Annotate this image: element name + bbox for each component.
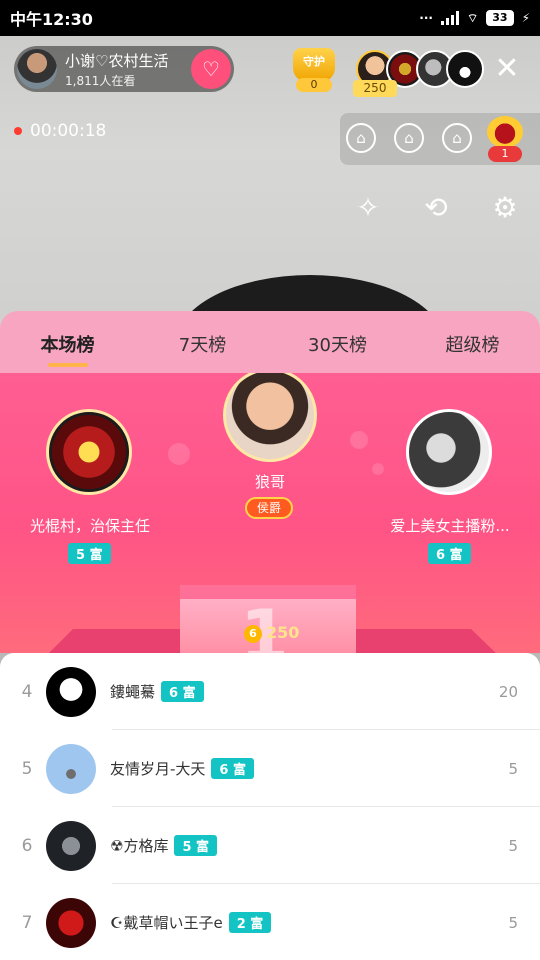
podium-3-top: [355, 629, 500, 653]
list-rich-badge: 5 富: [174, 835, 218, 856]
timer-text: 00:00:18: [30, 121, 107, 141]
guard-label: 守护: [303, 55, 325, 68]
sofa-seat-icon[interactable]: ⌂: [442, 123, 472, 153]
list-avatar[interactable]: [46, 743, 96, 794]
settings-gear-icon[interactable]: ⚙: [485, 188, 525, 228]
list-item[interactable]: 6 ☢方格库 5 富 5: [0, 807, 540, 884]
switch-camera-icon[interactable]: ⟲: [416, 188, 456, 228]
list-points: 5: [508, 836, 518, 855]
list-item[interactable]: 5 友情岁月-大天 6 富 5: [0, 730, 540, 807]
podium-2-top: [45, 629, 185, 653]
charging-icon: ⚡: [521, 11, 530, 25]
list-rank: 6: [21, 835, 33, 856]
list-avatar[interactable]: [46, 666, 96, 717]
signal-icon: [440, 11, 459, 25]
streamer-name: 小谢♡农村生活: [65, 51, 169, 70]
close-icon: ✕: [494, 51, 520, 86]
rank-1-avatar[interactable]: [223, 373, 317, 462]
list-rank: 4: [21, 681, 33, 702]
list-item[interactable]: 4 鏤蠅驀 6 富 20: [0, 653, 540, 730]
ranking-panel: 本场榜 7天榜 30天榜 超级榜 狼哥 侯爵 光棍村，治保主任 5 富 爱上美女…: [0, 311, 540, 960]
list-name: ☪戴草帽い王子e: [110, 914, 223, 932]
rank-3-avatar[interactable]: [406, 409, 492, 495]
rank-3-rich-badge: 6 富: [428, 543, 471, 564]
battery-icon: 33: [486, 10, 514, 26]
list-avatar[interactable]: [46, 820, 96, 871]
ranking-list: 4 鏤蠅驀 6 富 20 5 友情岁月-大天 6 富 5 6 ☢方格库 5 富 …: [0, 653, 540, 960]
follow-button[interactable]: ♡: [191, 49, 231, 89]
rank-1-name: 狼哥: [254, 473, 285, 491]
king-seat-badge: 1: [488, 146, 522, 162]
close-button[interactable]: ✕: [490, 52, 524, 86]
list-item[interactable]: 7 ☪戴草帽い王子e 2 富 5: [0, 884, 540, 960]
list-name: ☢方格库: [110, 837, 169, 855]
top-viewer-points: 250: [353, 80, 397, 97]
podium-area: 狼哥 侯爵 光棍村，治保主任 5 富 爱上美女主播粉... 6 富 1 2 3 …: [0, 373, 540, 653]
list-points: 5: [508, 759, 518, 778]
list-name: 友情岁月-大天: [110, 760, 206, 778]
rank-1-points: 6 250: [244, 623, 299, 643]
tab-30-days[interactable]: 30天榜: [270, 327, 405, 357]
rank-3-name: 爱上美女主播粉...: [390, 517, 510, 535]
coin-icon: 6: [244, 624, 262, 643]
status-bar: 中午12:30 ··· ⌔ 33 ⚡: [0, 0, 540, 36]
streamer-info[interactable]: 小谢♡农村生活 1,811人在看 ♡: [14, 46, 234, 92]
rank-1-title-badge: 侯爵: [245, 497, 293, 519]
list-avatar[interactable]: [46, 897, 96, 948]
rank-2-rich-badge: 5 富: [68, 543, 111, 564]
recording-dot-icon: [14, 127, 22, 135]
sofa-seat-icon[interactable]: ⌂: [394, 123, 424, 153]
rank-2-avatar[interactable]: [46, 409, 132, 495]
dots-icon: ···: [419, 11, 433, 25]
tab-this-session[interactable]: 本场榜: [0, 327, 135, 357]
rank-2-name: 光棍村，治保主任: [29, 517, 150, 535]
king-seat-avatar[interactable]: [487, 116, 523, 148]
magic-wand-icon[interactable]: ✧: [348, 188, 388, 228]
tab-7-days[interactable]: 7天榜: [135, 327, 270, 357]
list-rich-badge: 6 富: [161, 681, 204, 702]
guard-crown-icon: 守护: [293, 48, 335, 82]
list-rank: 7: [21, 912, 33, 933]
tab-super[interactable]: 超级榜: [405, 327, 540, 357]
status-time: 中午12:30: [10, 10, 93, 29]
ranking-tabs: 本场榜 7天榜 30天榜 超级榜: [0, 311, 540, 373]
wifi-icon: ⌔: [466, 10, 479, 25]
list-rank: 5: [21, 758, 33, 779]
list-name: 鏤蠅驀: [110, 683, 156, 701]
guard-count: 0: [296, 78, 332, 92]
heart-plus-icon: ♡: [202, 57, 220, 81]
list-rich-badge: 6 富: [211, 758, 254, 779]
list-points: 20: [498, 682, 518, 701]
streamer-avatar[interactable]: [17, 49, 57, 89]
viewer-count: 1,811人在看: [65, 73, 136, 88]
viewer-avatar[interactable]: [446, 50, 484, 88]
guard-badge[interactable]: 守护 0: [290, 48, 338, 92]
list-points: 5: [508, 913, 518, 932]
list-rich-badge: 2 富: [228, 912, 272, 933]
live-timer: 00:00:18: [14, 121, 106, 141]
sofa-seat-icon[interactable]: ⌂: [346, 123, 376, 153]
